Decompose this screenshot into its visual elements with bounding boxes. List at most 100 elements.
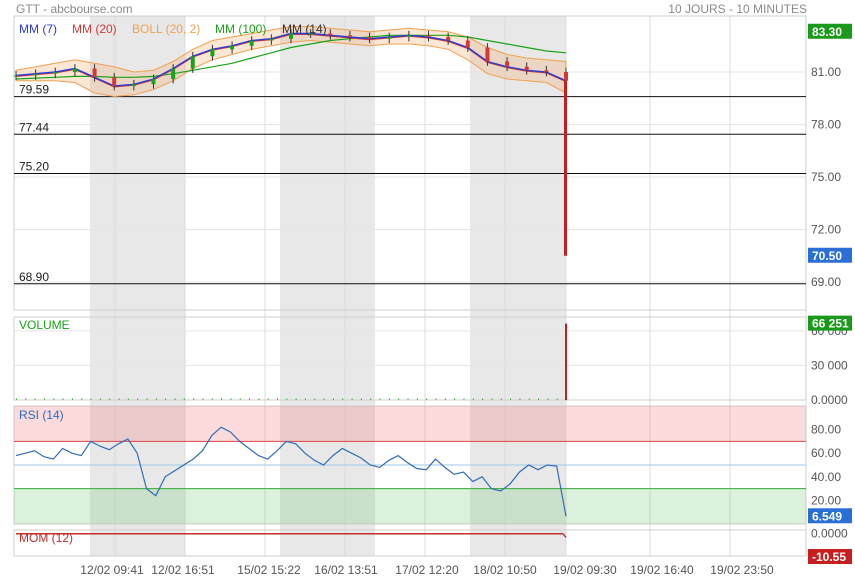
volume-bar bbox=[239, 398, 241, 400]
candle-body bbox=[347, 35, 352, 37]
volume-title: VOLUME bbox=[19, 318, 70, 332]
volume-bar bbox=[137, 398, 139, 400]
volume-bar bbox=[109, 398, 111, 400]
volume-bar bbox=[304, 398, 306, 400]
rsi-oversold-zone bbox=[14, 488, 806, 524]
volume-bar bbox=[426, 398, 428, 400]
volume-bar bbox=[165, 398, 167, 400]
volume-bar bbox=[538, 398, 540, 400]
volume-bar bbox=[332, 398, 334, 400]
x-tick-label: 18/02 10:50 bbox=[473, 563, 537, 577]
volume-bar bbox=[71, 398, 73, 400]
candle-body bbox=[426, 35, 431, 37]
volume-bar bbox=[416, 398, 418, 400]
candle-body bbox=[564, 72, 568, 81]
candle-body bbox=[210, 49, 215, 57]
candle-body bbox=[465, 40, 470, 48]
volume-bar bbox=[267, 398, 269, 400]
candle-body bbox=[367, 37, 372, 39]
volume-bar bbox=[99, 398, 101, 400]
volume-bar bbox=[118, 398, 120, 400]
candle-body bbox=[249, 40, 254, 46]
volume-bar bbox=[463, 398, 465, 400]
candle-body bbox=[387, 37, 392, 39]
volume-bar bbox=[211, 398, 213, 400]
volume-bar bbox=[360, 398, 362, 400]
volume-bar bbox=[510, 398, 512, 400]
candle-body bbox=[112, 77, 117, 86]
price-tick-label: 72.00 bbox=[811, 223, 841, 237]
volume-bar bbox=[230, 398, 232, 400]
volume-bar bbox=[174, 398, 176, 400]
x-tick-label: 19/02 23:50 bbox=[710, 563, 774, 577]
level-label: 75.20 bbox=[19, 160, 49, 174]
candle-body bbox=[406, 35, 411, 37]
candle-body bbox=[53, 72, 58, 74]
volume-bar bbox=[379, 398, 381, 400]
volume-bar bbox=[53, 398, 55, 400]
stock-chart: 79.59 77.44 75.20 68.90 81.00 78.00 75.00 72.0… bbox=[13, 15, 852, 577]
candle-body bbox=[328, 33, 333, 36]
x-tick-label: 12/02 16:51 bbox=[151, 563, 215, 577]
legend-mm14[interactable]: MM (14) bbox=[282, 22, 327, 36]
candle-body bbox=[485, 47, 490, 62]
volume-bar bbox=[444, 398, 446, 400]
volume-bar bbox=[370, 398, 372, 400]
rsi-title: RSI (14) bbox=[19, 408, 64, 422]
volume-bar bbox=[258, 398, 260, 400]
volume-bar bbox=[454, 398, 456, 400]
volume-bar bbox=[323, 398, 325, 400]
rsi-panel bbox=[14, 406, 806, 524]
rsi-tick-label: 80.00 bbox=[811, 423, 841, 437]
volume-bar bbox=[81, 398, 83, 400]
volume-bar bbox=[435, 398, 437, 400]
volume-bar bbox=[183, 398, 185, 400]
x-tick-label: 19/02 09:30 bbox=[553, 563, 617, 577]
candle-body bbox=[151, 79, 156, 85]
volume-bar bbox=[500, 398, 502, 400]
candle-body bbox=[92, 68, 97, 78]
volume-bar bbox=[314, 398, 316, 400]
momentum-badge-label: -10.55 bbox=[812, 550, 846, 564]
volume-bar bbox=[556, 398, 558, 400]
volume-spike-bar bbox=[565, 323, 567, 400]
legend-mm7[interactable]: MM (7) bbox=[19, 22, 57, 36]
volume-bar bbox=[62, 398, 64, 400]
price-tick-label: 69.00 bbox=[811, 275, 841, 289]
volume-bar bbox=[398, 398, 400, 400]
candle-body bbox=[14, 75, 18, 77]
volume-bar bbox=[407, 398, 409, 400]
volume-bar bbox=[193, 398, 195, 400]
volume-bar bbox=[472, 398, 474, 400]
candle-body bbox=[446, 37, 451, 41]
legend-boll[interactable]: BOLL (20, 2) bbox=[132, 22, 200, 36]
volume-bar bbox=[277, 398, 279, 400]
volume-bar bbox=[155, 398, 157, 400]
volume-bar bbox=[127, 398, 129, 400]
candle-body bbox=[72, 68, 77, 72]
momentum-title: MOM (12) bbox=[19, 531, 73, 545]
candle-body bbox=[190, 56, 195, 69]
volume-bar bbox=[146, 398, 148, 400]
x-tick-label: 12/02 09:41 bbox=[80, 563, 144, 577]
rsi-tick-label: 40.00 bbox=[811, 470, 841, 484]
volume-bar bbox=[25, 398, 27, 400]
volume-bar bbox=[90, 398, 92, 400]
legend-mm20[interactable]: MM (20) bbox=[72, 22, 117, 36]
candle-body bbox=[544, 70, 549, 72]
volume-bar bbox=[34, 398, 36, 400]
x-tick-label: 15/02 15:22 bbox=[237, 563, 301, 577]
legend-mm100[interactable]: MM (100) bbox=[215, 22, 266, 36]
level-label: 77.44 bbox=[19, 120, 49, 134]
volume-bar bbox=[249, 398, 251, 400]
x-tick-label: 16/02 13:51 bbox=[314, 563, 378, 577]
candle-body bbox=[171, 68, 176, 79]
rsi-tick-label: 20.00 bbox=[811, 493, 841, 507]
volume-bar bbox=[491, 398, 493, 400]
level-label: 68.90 bbox=[19, 270, 49, 284]
volume-bar bbox=[528, 398, 530, 400]
price-tick-label: 75.00 bbox=[811, 170, 841, 184]
candle-body bbox=[269, 38, 274, 41]
volume-tick-label: 0.0000 bbox=[811, 393, 848, 407]
volume-bar bbox=[286, 398, 288, 400]
